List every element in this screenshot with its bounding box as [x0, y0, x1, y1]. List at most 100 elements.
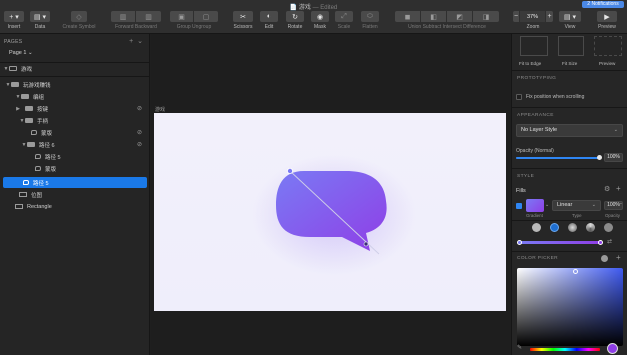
eye-hidden-icon[interactable]: ⊘ [137, 129, 142, 136]
eye-hidden-icon[interactable]: ⊘ [137, 105, 142, 112]
data-button[interactable]: ▤ ▾ Data [29, 11, 51, 30]
fill-angular-gradient-icon[interactable] [586, 223, 595, 232]
eye-hidden-icon[interactable]: ⊘ [137, 141, 142, 148]
gradient-stop-start[interactable] [517, 240, 522, 245]
color-picker-field[interactable] [517, 268, 623, 346]
insert-label: Insert [7, 24, 21, 30]
layer-shape[interactable]: 路径 5 [0, 151, 149, 162]
zoom-out-icon[interactable]: − [513, 11, 520, 22]
group-icon[interactable]: ▣ [170, 11, 194, 22]
section-divider [512, 251, 627, 252]
fill-radial-gradient-icon[interactable] [568, 223, 577, 232]
add-color-icon[interactable]: + [616, 253, 621, 262]
layer-label: 路径 5 [45, 154, 61, 161]
layer-bitmap[interactable]: 位图 [0, 189, 149, 200]
canvas[interactable]: 游戏 [151, 34, 510, 355]
swatch-chevron-icon[interactable]: ⌄ [545, 202, 549, 208]
add-fill-icon[interactable]: + [616, 184, 621, 193]
layer-group[interactable]: ▼ 手柄 [0, 115, 149, 126]
pages-controls: + ⌄ [129, 37, 143, 45]
layer-style-dropdown[interactable]: No Layer Style ⌄ [516, 124, 623, 137]
fix-size-icon[interactable] [558, 36, 584, 56]
layer-rectangle[interactable]: Rectangle [0, 201, 149, 212]
create-symbol-button[interactable]: ◇ Create Symbol [60, 11, 98, 30]
preview-button[interactable]: ▶ Preview [594, 11, 620, 30]
union-icon[interactable]: ◼ [395, 11, 421, 22]
layer-label: 游戏 [21, 66, 33, 73]
collapse-pages-icon[interactable]: ⌄ [137, 38, 143, 45]
gradient-start-handle[interactable] [286, 168, 293, 175]
subtract-icon[interactable]: ◧ [421, 11, 447, 22]
layer-shape[interactable]: 蒙版 ⊘ [0, 127, 149, 138]
opacity-caption: Opacity [605, 213, 620, 218]
layer-artboard[interactable]: ▼ 游戏 [0, 63, 149, 74]
flatten-icon: ⬭ [361, 11, 379, 22]
data-label: Data [34, 24, 46, 30]
artboard[interactable] [154, 113, 506, 311]
swap-stops-icon[interactable]: ⇄ [607, 238, 612, 245]
eyedropper-icon[interactable]: ✎ [517, 344, 522, 351]
zoom-in-icon[interactable]: + [546, 11, 553, 22]
section-divider [512, 220, 627, 221]
layer-group[interactable]: ▼ 路径 6 ⊘ [0, 139, 149, 150]
fill-enabled-checkbox[interactable] [516, 203, 522, 209]
zoom-control: − 37% + Zoom [512, 11, 554, 30]
artboard-drawing [252, 155, 416, 275]
fill-type-dropdown[interactable]: Linear ⌄ [552, 200, 601, 211]
pin-to-edge-icon[interactable] [520, 36, 548, 56]
shape-icon [31, 130, 37, 135]
layer-group[interactable]: ▼ 编组 [0, 91, 149, 102]
remove-fill-icon[interactable]: − [618, 201, 622, 208]
forward-icon[interactable]: ▥ [111, 11, 136, 22]
layer-group[interactable]: ▼ 玩游戏赚钱 [0, 79, 149, 90]
layer-group[interactable]: ▶ 按键 ⊘ [0, 103, 149, 114]
collapse-arrow-icon[interactable]: ▶ [15, 106, 21, 112]
rotate-icon: ↻ [286, 11, 304, 22]
gradient-end-handle[interactable] [363, 241, 369, 247]
backward-icon[interactable]: ▥ [136, 11, 161, 22]
fill-settings-icon[interactable]: ⚙ [604, 185, 610, 193]
layer-selected[interactable]: 路径 5 [3, 177, 147, 188]
fill-solid-icon[interactable] [532, 223, 541, 232]
notifications-badge[interactable]: 2 Notifications [582, 1, 624, 8]
zoom-value[interactable]: 37% [520, 11, 546, 22]
intersect-icon[interactable]: ◩ [447, 11, 473, 22]
fill-linear-gradient-icon[interactable] [550, 223, 559, 232]
mask-button[interactable]: ◉ Mask [309, 11, 331, 30]
flatten-button[interactable]: ⬭ Flatten [358, 11, 382, 30]
fit-size-label: Fit Size [562, 61, 578, 66]
color-picker-cursor[interactable] [573, 269, 578, 274]
opacity-slider-fill [516, 157, 600, 159]
view-button[interactable]: ▤ ▾ View [558, 11, 582, 30]
layer-shape[interactable]: 蒙版 [0, 163, 149, 174]
difference-icon[interactable]: ◨ [473, 11, 499, 22]
fill-gradient-swatch[interactable] [526, 199, 544, 212]
fill-pattern-icon[interactable] [604, 223, 613, 232]
hue-slider[interactable] [530, 348, 600, 351]
boolean-segment: ◼ ◧ ◩ ◨ [395, 11, 499, 22]
group-label: Group [176, 24, 191, 30]
opacity-input[interactable]: 100% [604, 153, 623, 162]
opacity-label[interactable]: Opacity (Normal) [516, 148, 554, 154]
style-heading: STYLE [517, 174, 535, 179]
type-caption: Type [572, 213, 582, 218]
rotate-button[interactable]: ↻ Rotate [284, 11, 306, 30]
layer-label: 按键 [37, 106, 49, 113]
scissors-button[interactable]: ✂ Scissors [230, 11, 256, 30]
fix-position-checkbox[interactable] [516, 94, 522, 100]
page-selector[interactable]: Page 1 ⌄ [9, 50, 33, 56]
opacity-slider-knob[interactable] [597, 155, 602, 160]
color-mode-icon[interactable] [601, 255, 608, 262]
edit-button[interactable]: ◐ Edit [259, 11, 279, 30]
fix-position-label: Fix position when scrolling [526, 94, 585, 100]
flatten-label: Flatten [362, 24, 378, 30]
add-page-icon[interactable]: + [129, 38, 133, 45]
scale-label: Scale [337, 24, 351, 30]
gradient-stop-end[interactable] [598, 240, 603, 245]
group-segment: ▣ ▢ [170, 11, 218, 22]
gradient-stops-bar[interactable] [519, 241, 601, 244]
ungroup-icon[interactable]: ▢ [194, 11, 218, 22]
artboard-label[interactable]: 游戏 [155, 106, 165, 113]
scale-button[interactable]: ⤢ Scale [334, 11, 354, 30]
insert-button[interactable]: + ▾ Insert [3, 11, 25, 30]
